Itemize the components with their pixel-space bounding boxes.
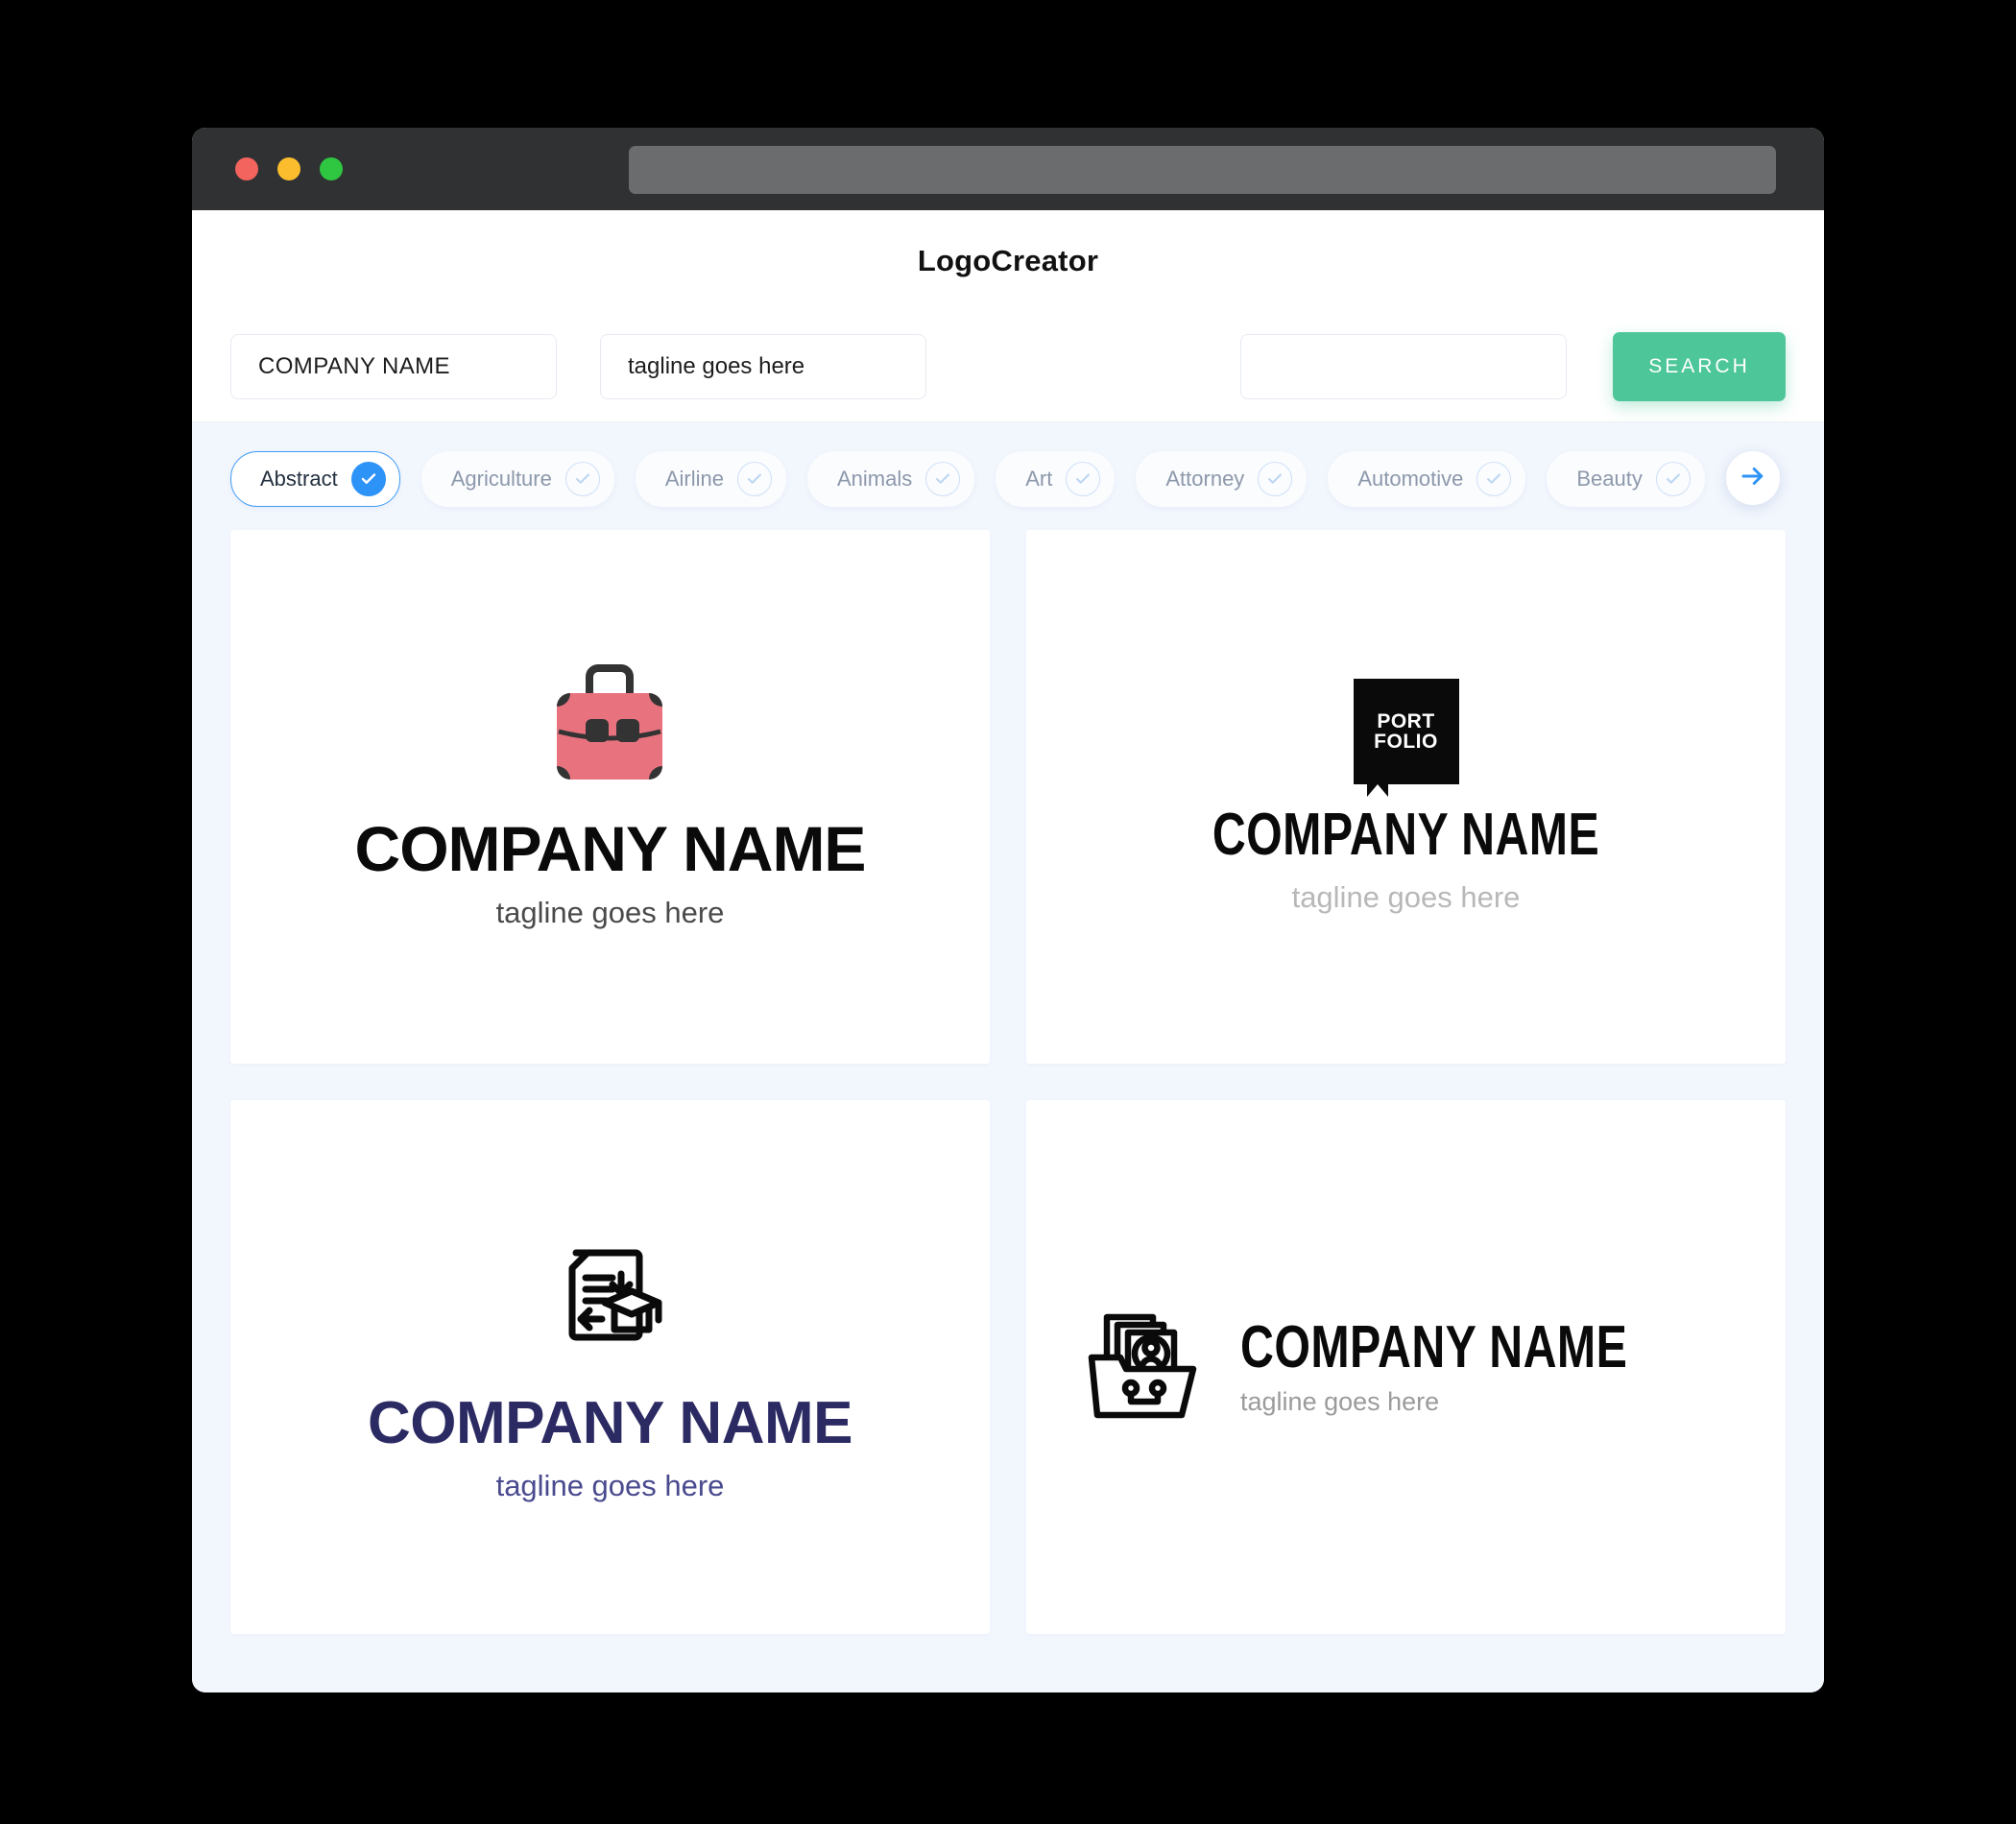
traffic-lights <box>235 157 343 180</box>
logo-preview: COMPANY NAME tagline goes here <box>1075 1302 1737 1433</box>
arrow-right-icon <box>1739 462 1767 495</box>
logo-preview: PORT FOLIO COMPANY NAME tagline goes her… <box>1158 679 1654 915</box>
browser-titlebar <box>192 128 1824 210</box>
check-icon <box>350 462 386 496</box>
logo-tagline: tagline goes here <box>495 1468 725 1502</box>
results-area: Abstract Agriculture Airline Animals Art… <box>192 422 1824 1692</box>
page-title: LogoCreator <box>917 244 1099 277</box>
logo-company-name: COMPANY NAME <box>368 1389 852 1456</box>
badge-line-1: PORT <box>1377 709 1435 732</box>
document-graduation-cap-icon <box>547 1232 674 1363</box>
logo-card[interactable]: PORT FOLIO COMPANY NAME tagline goes her… <box>1026 530 1786 1064</box>
check-icon <box>1476 462 1512 496</box>
category-label: Agriculture <box>450 467 552 491</box>
portfolio-bookmark-icon: PORT FOLIO <box>1353 679 1459 797</box>
keyword-input[interactable] <box>1240 334 1567 399</box>
category-label: Airline <box>664 467 724 491</box>
address-bar[interactable] <box>629 146 1776 194</box>
logo-tagline: tagline goes here <box>1240 1386 1440 1416</box>
minimize-window-button[interactable] <box>277 157 300 180</box>
bookmark-ribbon <box>1366 784 1388 797</box>
category-chip-beauty[interactable]: Beauty <box>1547 451 1705 507</box>
category-chip-attorney[interactable]: Attorney <box>1136 451 1308 507</box>
category-chip-art[interactable]: Art <box>996 451 1116 507</box>
category-label: Abstract <box>260 467 338 491</box>
logo-tagline: tagline goes here <box>495 895 725 929</box>
briefcase-icon <box>541 663 678 788</box>
check-icon <box>564 462 600 496</box>
category-label: Animals <box>837 467 913 491</box>
category-label: Beauty <box>1576 467 1643 491</box>
check-icon <box>1655 462 1691 496</box>
category-label: Attorney <box>1165 467 1245 491</box>
category-label: Art <box>1025 467 1053 491</box>
search-bar: COMPANY NAME tagline goes here SEARCH <box>192 312 1824 422</box>
close-window-button[interactable] <box>235 157 258 180</box>
logo-preview: COMPANY NAME tagline goes here <box>368 1232 852 1503</box>
category-chip-agriculture[interactable]: Agriculture <box>420 451 614 507</box>
logo-company-name: COMPANY NAME <box>354 812 867 884</box>
search-button[interactable]: SEARCH <box>1613 332 1786 401</box>
category-chip-abstract[interactable]: Abstract <box>230 451 400 507</box>
logo-card[interactable]: COMPANY NAME tagline goes here <box>1026 1100 1786 1634</box>
next-categories-button[interactable] <box>1726 451 1780 505</box>
check-icon <box>1066 462 1101 496</box>
category-filter-bar: Abstract Agriculture Airline Animals Art… <box>192 422 1824 530</box>
browser-window: LogoCreator COMPANY NAME tagline goes he… <box>192 128 1824 1692</box>
logo-card[interactable]: COMPANY NAME tagline goes here <box>230 1100 990 1634</box>
company-name-input[interactable]: COMPANY NAME <box>230 334 557 399</box>
check-icon <box>737 462 772 496</box>
app-header: LogoCreator <box>192 210 1824 312</box>
tagline-input[interactable]: tagline goes here <box>600 334 926 399</box>
folder-documents-person-icon <box>1075 1302 1202 1433</box>
category-label: Automotive <box>1357 467 1464 491</box>
logo-results-grid: COMPANY NAME tagline goes here PORT FOLI… <box>192 530 1824 1634</box>
logo-company-name: COMPANY NAME <box>1212 802 1600 868</box>
logo-card[interactable]: COMPANY NAME tagline goes here <box>230 530 990 1064</box>
badge-line-2: FOLIO <box>1374 731 1438 753</box>
category-chip-animals[interactable]: Animals <box>807 451 975 507</box>
category-chip-airline[interactable]: Airline <box>635 451 786 507</box>
logo-preview: COMPANY NAME tagline goes here <box>354 663 867 930</box>
logo-tagline: tagline goes here <box>1291 880 1521 914</box>
check-icon <box>925 462 961 496</box>
check-icon <box>1258 462 1293 496</box>
category-chip-automotive[interactable]: Automotive <box>1328 451 1526 507</box>
logo-company-name: COMPANY NAME <box>1240 1313 1628 1380</box>
maximize-window-button[interactable] <box>320 157 343 180</box>
